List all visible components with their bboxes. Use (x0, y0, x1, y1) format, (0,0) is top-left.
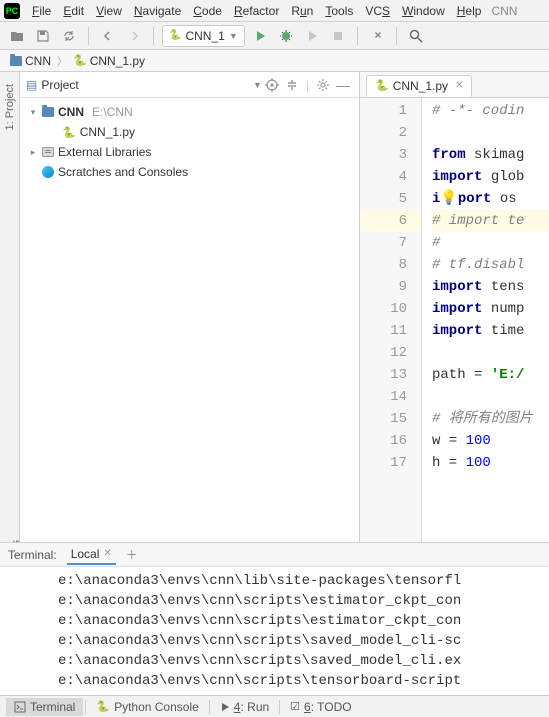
search-button[interactable] (405, 25, 427, 47)
breadcrumb-root[interactable]: CNN (6, 53, 55, 69)
statusbar: Terminal 🐍 Python Console 4: Run ☑ 6: TO… (0, 695, 549, 717)
terminal-panel: Terminal: Local ✕ ＋ e:\anaconda3\envs\cn… (0, 542, 549, 695)
close-tab-icon[interactable]: ✕ (455, 80, 463, 91)
terminal-tab[interactable]: Local ✕ (67, 545, 116, 565)
menubar: PC File Edit View Navigate Code Refactor… (0, 0, 549, 22)
todo-icon: ☑ (290, 700, 300, 713)
breadcrumb-file[interactable]: 🐍 CNN_1.py (69, 53, 149, 69)
line-numbers: 1234567891011121314151617 (360, 98, 422, 542)
tree-scratches[interactable]: Scratches and Consoles (20, 162, 359, 182)
open-button[interactable] (6, 25, 28, 47)
project-panel: ▤ Project ▼ | — ▾ CNN E:\CNN 🐍 CNN_1.py … (20, 72, 360, 542)
toolwindow-terminal[interactable]: Terminal (6, 698, 83, 716)
debug-button[interactable] (275, 25, 297, 47)
menu-view[interactable]: View (90, 2, 128, 20)
python-file-icon: 🐍 (73, 54, 87, 67)
editor: 🐍 CNN_1.py ✕ 1234567891011121314151617 #… (360, 72, 549, 542)
project-tree: ▾ CNN E:\CNN 🐍 CNN_1.py ▸ External Libra… (20, 98, 359, 186)
code-content[interactable]: # -*- codin from skimagimport globi💡port… (422, 98, 549, 542)
tree-file[interactable]: 🐍 CNN_1.py (20, 122, 359, 142)
forward-button[interactable] (123, 25, 145, 47)
run-icon (220, 702, 230, 712)
menu-vcs[interactable]: VCS (359, 2, 396, 20)
new-terminal-button[interactable]: ＋ (126, 546, 138, 563)
menu-navigate[interactable]: Navigate (128, 2, 187, 20)
menu-file[interactable]: File (26, 2, 57, 20)
menu-code[interactable]: Code (187, 2, 228, 20)
close-tab-icon[interactable]: ✕ (103, 548, 111, 559)
menu-help[interactable]: Help (451, 2, 488, 20)
chevron-down-icon: ▼ (229, 31, 238, 41)
expand-icon[interactable]: ▸ (28, 147, 38, 158)
sync-button[interactable] (58, 25, 80, 47)
menu-edit[interactable]: Edit (57, 2, 90, 20)
project-name: CNN (491, 4, 517, 18)
run-button[interactable] (249, 25, 271, 47)
run-config-selector[interactable]: 🐍 CNN_1 ▼ (162, 25, 245, 47)
chevron-right-icon: 〉 (57, 53, 67, 68)
run-config-label: CNN_1 (185, 29, 224, 43)
menu-refactor[interactable]: Refactor (228, 2, 285, 20)
terminal-content[interactable]: e:\anaconda3\envs\cnn\lib\site-packages\… (0, 567, 549, 695)
terminal-label: Terminal: (8, 548, 57, 562)
toolwindow-favorites[interactable]: ★2: Favorites (0, 532, 22, 542)
hide-button[interactable]: — (333, 75, 353, 95)
tree-root[interactable]: ▾ CNN E:\CNN (20, 102, 359, 122)
python-icon: 🐍 (169, 30, 181, 41)
scratches-icon (42, 166, 54, 178)
breadcrumb: CNN 〉 🐍 CNN_1.py (0, 50, 549, 72)
tree-external-libraries[interactable]: ▸ External Libraries (20, 142, 359, 162)
python-file-icon: 🐍 (62, 126, 76, 139)
toolwindow-run[interactable]: 4: Run (212, 698, 277, 716)
toolwindow-project[interactable]: 1: Project (4, 76, 16, 138)
editor-tabs: 🐍 CNN_1.py ✕ (360, 72, 549, 98)
save-button[interactable] (32, 25, 54, 47)
run-with-coverage-button[interactable] (301, 25, 323, 47)
menu-tools[interactable]: Tools (319, 2, 359, 20)
tool-window-stripe-left: 1: Project ★2: Favorites ☷7: Structure (0, 72, 20, 542)
locate-button[interactable] (262, 75, 282, 95)
editor-tab[interactable]: 🐍 CNN_1.py ✕ (366, 75, 472, 97)
python-file-icon: 🐍 (375, 79, 389, 92)
toolbar: 🐍 CNN_1 ▼ (0, 22, 549, 50)
toolwindow-python-console[interactable]: 🐍 Python Console (88, 698, 206, 716)
folder-icon (42, 107, 54, 117)
python-icon: 🐍 (96, 700, 110, 713)
menu-run[interactable]: Run (285, 2, 319, 20)
folder-icon (10, 56, 22, 66)
chevron-down-icon[interactable]: ▼ (253, 80, 262, 90)
terminal-icon (14, 701, 26, 713)
expand-icon[interactable]: ▾ (28, 107, 38, 118)
project-panel-header: ▤ Project ▼ | — (20, 72, 359, 98)
project-panel-title[interactable]: Project (41, 78, 249, 92)
menu-window[interactable]: Window (396, 2, 451, 20)
settings-button[interactable] (313, 75, 333, 95)
libraries-icon (42, 147, 54, 157)
project-view-icon: ▤ (26, 78, 37, 92)
collapse-all-button[interactable] (282, 75, 302, 95)
back-button[interactable] (97, 25, 119, 47)
ide-logo: PC (4, 3, 20, 19)
toolwindow-todo[interactable]: ☑ 6: TODO (282, 698, 359, 716)
stop-button[interactable] (327, 25, 349, 47)
settings-button[interactable] (366, 25, 388, 47)
terminal-header: Terminal: Local ✕ ＋ (0, 543, 549, 567)
